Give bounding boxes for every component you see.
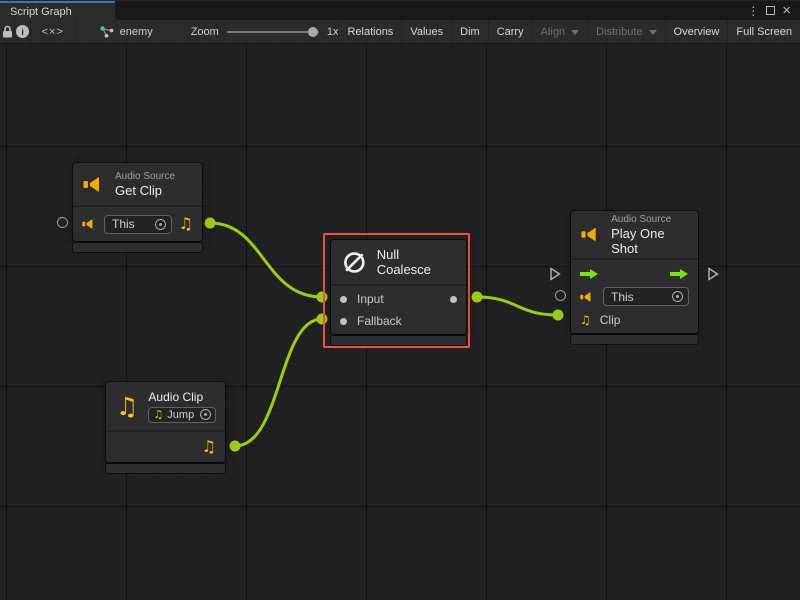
target-picker-icon[interactable] [155,219,166,230]
node-footer [331,336,466,345]
flow-out-icon[interactable] [670,268,689,280]
node-footer [571,335,698,344]
get-clip-this-port[interactable] [57,217,68,228]
maximize-icon[interactable] [766,6,775,15]
target-picker-icon[interactable] [672,291,683,302]
node-title: Null Coalesce [377,247,456,277]
graph-name: enemy [120,26,153,38]
port-endpoint[interactable] [472,292,483,303]
info-icon [16,25,29,38]
port-endpoint[interactable] [230,441,241,452]
audioclip-output-icon [179,216,193,232]
zoom-slider-handle[interactable] [308,27,318,37]
input-port-icon[interactable] [340,296,347,303]
dim-button[interactable]: Dim [451,20,488,43]
audio-source-icon [82,218,97,230]
input-port-label: Input [357,292,384,306]
graph-icon [100,26,114,38]
align-button[interactable]: Align [532,20,587,43]
chevron-down-icon [571,30,579,35]
node-category: Audio Source [115,171,175,183]
zoom-slider[interactable] [227,20,319,44]
node-get-clip[interactable]: Audio Source Get Clip This [73,163,202,252]
this-target-field[interactable]: This [104,215,172,234]
window-tab-bar: Script Graph [0,0,800,20]
node-null-coalesce[interactable]: Null Coalesce Input Fallback [331,240,466,345]
graph-breadcrumb[interactable]: enemy [96,20,157,43]
graph-toolbar: enemy Zoom 1x Relations Values Dim Carry… [0,20,800,44]
fullscreen-button[interactable]: Full Screen [727,20,800,43]
null-coalesce-icon [341,249,368,276]
values-button[interactable]: Values [401,20,451,43]
overview-button[interactable]: Overview [665,20,728,43]
flow-out-port[interactable] [707,267,719,281]
variable-field[interactable]: Jump [148,407,216,423]
variable-value: Jump [167,409,194,421]
close-icon[interactable] [782,2,791,20]
node-play-one-shot[interactable]: Audio Source Play One Shot [571,211,698,344]
distribute-button[interactable]: Distribute [587,20,664,43]
target-value: This [611,290,634,304]
node-category: Audio Source [611,214,688,226]
fallback-port-icon[interactable] [340,318,347,325]
node-title: Get Clip [115,183,175,198]
tab-script-graph[interactable]: Script Graph [0,1,115,20]
node-title: Audio Clip [148,390,216,405]
node-footer [106,464,225,473]
audioclip-output-icon [202,439,216,455]
chevron-down-icon [649,30,657,35]
wire-null-to-clip[interactable] [477,297,558,315]
clip-port-label: Clip [600,313,621,327]
audio-source-icon [580,291,595,303]
zoom-slider-track [227,31,319,33]
info-button[interactable] [15,20,30,43]
wire-audioclip-to-fallback[interactable] [235,319,322,446]
graph-canvas[interactable]: Audio Source Get Clip This [0,44,800,600]
node-title: Play One Shot [611,226,688,256]
flow-in-icon[interactable] [580,268,599,280]
lock-icon [2,25,13,38]
code-view-button[interactable] [31,20,76,43]
audio-source-icon [83,176,106,193]
relations-button[interactable]: Relations [338,20,401,43]
zoom-control: Zoom 1x [191,20,339,43]
window-controls [747,1,800,20]
tab-title: Script Graph [10,6,72,18]
target-value: This [112,217,135,231]
port-endpoint[interactable] [553,310,564,321]
code-icon [42,26,64,38]
zoom-label: Zoom [191,26,219,38]
port-endpoint[interactable] [205,218,216,229]
audio-clip-icon [116,394,138,419]
wire-getclip-to-input[interactable] [210,223,322,297]
audio-source-icon [581,226,602,243]
target-picker-icon[interactable] [200,409,211,420]
node-audio-clip[interactable]: Audio Clip Jump [106,382,225,473]
clip-port-icon[interactable] [580,314,591,326]
fallback-port-label: Fallback [357,314,402,328]
this-target-field[interactable]: This [603,287,689,306]
result-port-icon[interactable] [450,296,457,303]
carry-button[interactable]: Carry [488,20,532,43]
flow-in-port[interactable] [549,267,561,281]
lock-button[interactable] [0,20,15,43]
audio-clip-icon [153,409,163,420]
zoom-value: 1x [327,26,339,38]
node-footer [73,243,202,252]
play-one-shot-this-port[interactable] [555,290,566,301]
kebab-menu-icon[interactable] [747,2,759,20]
